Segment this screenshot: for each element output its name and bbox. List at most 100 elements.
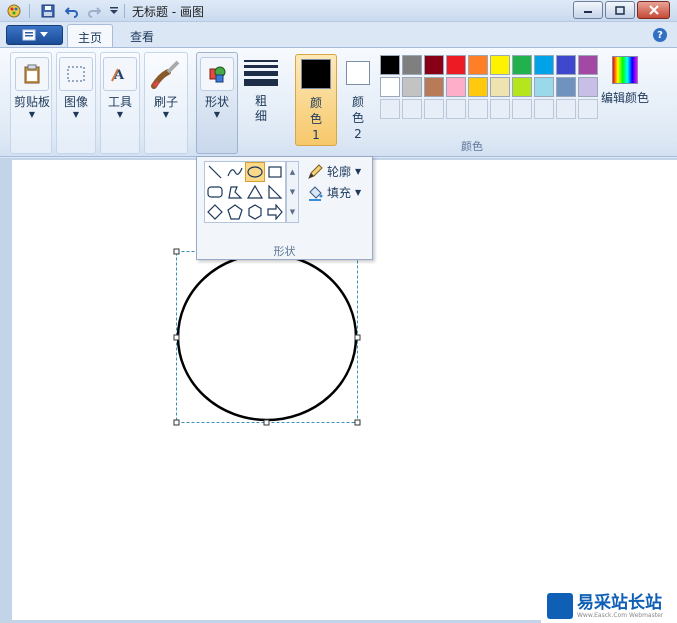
oval-shape-icon[interactable] [245, 162, 265, 182]
color-swatch[interactable] [534, 55, 554, 75]
expand-gallery-icon[interactable]: ▼ [287, 202, 298, 222]
color-swatch[interactable] [512, 77, 532, 97]
help-icon[interactable]: ? [653, 28, 667, 42]
shapes-button[interactable]: 形状 ▼ [196, 52, 238, 154]
resize-handle [173, 248, 180, 255]
close-button[interactable] [637, 1, 670, 19]
color1-label: 颜色 1 [309, 96, 322, 142]
color-swatch[interactable] [446, 77, 466, 97]
color-swatch[interactable] [578, 77, 598, 97]
color-palette [380, 55, 598, 119]
color-swatch[interactable] [380, 77, 400, 97]
color-swatch[interactable] [424, 55, 444, 75]
tools-button[interactable]: A 工具 ▼ [103, 57, 137, 119]
curve-shape-icon[interactable] [225, 162, 245, 182]
custom-color-slot[interactable] [490, 99, 510, 119]
right-triangle-shape-icon[interactable] [265, 182, 285, 202]
save-icon[interactable] [40, 3, 56, 19]
maximize-icon [615, 5, 625, 15]
color-swatch[interactable] [578, 55, 598, 75]
colors-group-label: 颜色 [461, 140, 483, 153]
custom-color-slot[interactable] [424, 99, 444, 119]
tab-home[interactable]: 主页 [67, 24, 114, 49]
customize-quick-access-icon[interactable] [106, 3, 122, 19]
edit-colors-button[interactable]: 编辑颜色 [601, 56, 649, 106]
custom-color-slot[interactable] [446, 99, 466, 119]
image-button[interactable]: 图像 ▼ [59, 57, 93, 119]
tools-label: 工具 [107, 95, 132, 109]
color-swatch[interactable] [512, 55, 532, 75]
shapes-dropdown: ▲ ▼ ▼ 轮廓 ▼ 填充 ▼ 形状 [196, 156, 373, 260]
fill-bucket-icon [309, 185, 323, 201]
color2-label: 颜色 2 [351, 95, 364, 141]
tab-view[interactable]: 查看 [120, 24, 164, 48]
shapes-scrollbar[interactable]: ▲ ▼ ▼ [286, 161, 299, 223]
rounded-rectangle-shape-icon[interactable] [205, 182, 225, 202]
shapes-group-label: 形状 [273, 245, 296, 258]
paint-app-icon[interactable] [6, 3, 22, 19]
color2-button[interactable]: 颜色 2 [337, 54, 379, 146]
color-swatch[interactable] [490, 77, 510, 97]
color-swatch[interactable] [446, 55, 466, 75]
separator [124, 4, 125, 18]
color1-button[interactable]: 颜色 1 [295, 54, 337, 146]
chevron-down-icon: ▼ [355, 188, 362, 197]
fill-button[interactable]: 填充 ▼ [307, 184, 361, 201]
watermark-subtext: Www.Easck.Com Webmaster [577, 611, 664, 619]
color-swatch[interactable] [556, 55, 576, 75]
hexagon-shape-icon[interactable] [245, 202, 265, 222]
maximize-button[interactable] [605, 1, 635, 19]
scroll-down-icon[interactable]: ▼ [287, 182, 298, 202]
tools-group: A 工具 ▼ [100, 52, 140, 154]
watermark-logo [547, 593, 573, 619]
pencil-icon [308, 163, 323, 179]
custom-color-slot[interactable] [402, 99, 422, 119]
resize-handle [354, 419, 361, 426]
custom-color-slot[interactable] [468, 99, 488, 119]
resize-handle [173, 419, 180, 426]
clipboard-button[interactable]: 剪贴板 ▼ [14, 57, 50, 119]
custom-color-slot[interactable] [512, 99, 532, 119]
outline-button[interactable]: 轮廓 ▼ [307, 163, 361, 180]
color-swatch[interactable] [380, 55, 400, 75]
pentagon-shape-icon[interactable] [225, 202, 245, 222]
ribbon-tabs: 主页 查看 ? [0, 22, 677, 49]
color-swatch[interactable] [468, 77, 488, 97]
color-swatch[interactable] [490, 55, 510, 75]
separator [29, 4, 30, 18]
diamond-shape-icon[interactable] [205, 202, 225, 222]
color-swatch[interactable] [534, 77, 554, 97]
polygon-shape-icon[interactable] [225, 182, 245, 202]
color1-swatch [301, 59, 331, 89]
custom-color-slot[interactable] [578, 99, 598, 119]
custom-color-slot[interactable] [380, 99, 400, 119]
brushes-button[interactable]: 刷子 ▼ [149, 57, 183, 119]
paint-menu-button[interactable] [6, 25, 63, 45]
outline-label: 轮廓 [327, 165, 352, 179]
size-button[interactable]: 粗细 [244, 56, 278, 124]
scroll-up-icon[interactable]: ▲ [287, 162, 298, 182]
triangle-shape-icon[interactable] [245, 182, 265, 202]
line-shape-icon[interactable] [205, 162, 225, 182]
rectangle-shape-icon[interactable] [265, 162, 285, 182]
chevron-down-icon: ▼ [116, 110, 124, 119]
drawn-circle [176, 252, 358, 422]
chevron-down-icon: ▼ [213, 110, 221, 119]
color-swatch[interactable] [402, 77, 422, 97]
clipboard-icon [15, 57, 49, 91]
undo-icon[interactable] [64, 3, 80, 19]
color-swatch[interactable] [468, 55, 488, 75]
custom-color-slot[interactable] [534, 99, 554, 119]
color-swatch[interactable] [424, 77, 444, 97]
brush-icon [149, 57, 183, 91]
right-arrow-shape-icon[interactable] [265, 202, 285, 222]
color-swatch[interactable] [402, 55, 422, 75]
minimize-icon [584, 11, 592, 13]
custom-color-slot[interactable] [556, 99, 576, 119]
chevron-down-icon: ▼ [28, 110, 36, 119]
minimize-button[interactable] [573, 1, 603, 19]
color-swatch[interactable] [556, 77, 576, 97]
brushes-group: 刷子 ▼ [144, 52, 188, 154]
shapes-label: 形状 [204, 95, 229, 109]
redo-icon[interactable] [86, 3, 102, 19]
